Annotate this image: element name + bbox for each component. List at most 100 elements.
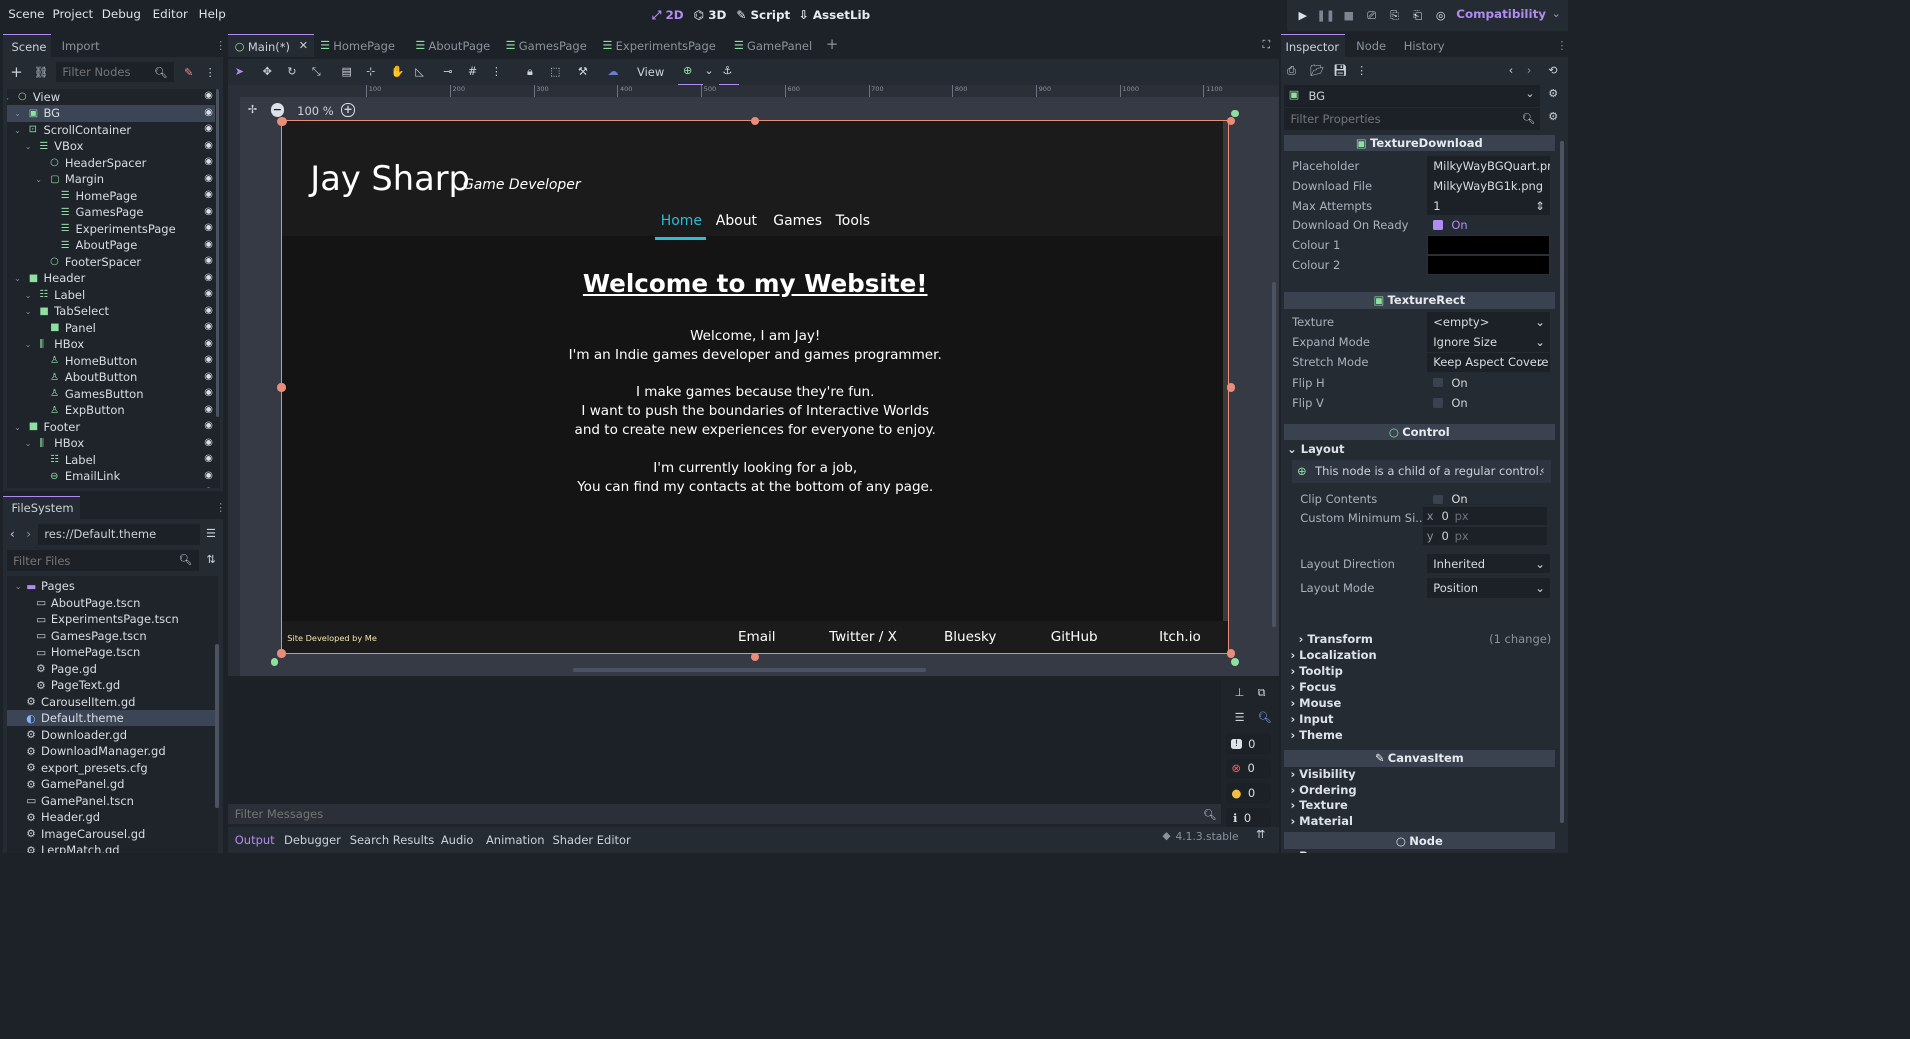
expand-arrow-icon[interactable]: ⌄	[25, 339, 32, 349]
tree-node[interactable]: ○ HeaderSpacer ◉	[7, 155, 219, 171]
history-icon[interactable]: ⟲	[1548, 64, 1557, 77]
property-options-icon[interactable]: ⚙	[1548, 110, 1558, 123]
tree-node[interactable]: ○ FooterSpacer ◉	[7, 254, 219, 270]
scene-options-icon[interactable]: ⋮	[204, 64, 217, 80]
footer-bluesky-link[interactable]: Bluesky	[944, 629, 996, 645]
checkbox-icon[interactable]	[1433, 494, 1444, 505]
visibility-eye-icon[interactable]: ◉	[202, 453, 215, 466]
pivot-tool-icon[interactable]: ⊹	[366, 65, 375, 78]
group-transform[interactable]: › Transform	[1299, 632, 1373, 646]
filter-properties-input[interactable]	[1283, 108, 1540, 130]
zoom-level[interactable]: 100 %	[297, 104, 333, 118]
tree-node[interactable]: ■ Panel ◉	[7, 320, 219, 336]
section-texture-rect[interactable]: ▣ TextureRect	[1283, 292, 1555, 309]
camera-override-icon[interactable]: ☁	[607, 65, 618, 78]
list-view-icon[interactable]: ☰	[204, 525, 219, 541]
file-item[interactable]: ⚙ PageText.gd	[7, 677, 219, 693]
search-icon[interactable]: 🔍︎	[1258, 711, 1272, 724]
save-icon[interactable]: 💾︎	[1333, 64, 1347, 77]
filter-warnings-button[interactable]: ● 0	[1226, 783, 1271, 803]
tree-node[interactable]: ⌄ ○ View ◉	[7, 89, 219, 105]
zoom-out-icon[interactable]: −	[270, 103, 284, 117]
file-item[interactable]: ▭ GamePanel.tscn	[7, 792, 219, 808]
file-item[interactable]: ▭ GamesPage.tscn	[7, 627, 219, 643]
menu-scene[interactable]: Scene	[8, 7, 44, 21]
clear-output-icon[interactable]: ⊥	[1235, 686, 1245, 699]
file-item[interactable]: ⚙ export_presets.cfg	[7, 759, 219, 775]
anchor-handle[interactable]	[1231, 109, 1239, 118]
scale-tool-icon[interactable]: ⤡	[312, 65, 321, 79]
viewport-v-scrollbar[interactable]	[1272, 282, 1277, 628]
file-item[interactable]: ◐ Default.theme	[6, 709, 219, 727]
group-layout[interactable]: ⌄ Layout	[1287, 442, 1344, 456]
smart-snap-icon[interactable]: ⊸	[443, 65, 452, 78]
menu-project[interactable]: Project	[53, 7, 94, 21]
visibility-eye-icon[interactable]: ◉	[202, 288, 215, 301]
min-size-y-field[interactable]: y 0 px	[1423, 526, 1547, 546]
checkbox-checked-icon[interactable]	[1433, 220, 1444, 231]
group-visibility[interactable]: › Visibility	[1290, 767, 1355, 781]
list-select-icon[interactable]: ▤	[341, 65, 351, 78]
tree-node[interactable]: ⌄ ▣ BG ◉	[6, 105, 219, 122]
min-size-x-field[interactable]: x 0 px	[1423, 507, 1547, 526]
expand-arrow-icon[interactable]: ⌄	[25, 438, 32, 448]
expand-arrow-icon[interactable]: ⌄	[14, 125, 21, 135]
file-item[interactable]: ⚙ DownloadManager.gd	[7, 743, 219, 759]
anchor-handle[interactable]	[270, 658, 279, 666]
file-item[interactable]: ▭ ExperimentsPage.tscn	[7, 611, 219, 627]
dock-menu-icon[interactable]: ⋮	[215, 501, 226, 514]
tree-node[interactable]: ⌄ ■ Header ◉	[7, 270, 219, 286]
file-item[interactable]: ⚙ ImageCarousel.gd	[7, 825, 219, 841]
visibility-eye-icon[interactable]: ◉	[202, 272, 215, 285]
visibility-eye-icon[interactable]: ◉	[202, 239, 215, 252]
anchor-preset-button[interactable]: ⊕	[678, 59, 703, 86]
visibility-eye-icon[interactable]: ◉	[202, 470, 215, 483]
menu-help[interactable]: Help	[199, 7, 226, 21]
tab-node[interactable]: Node	[1356, 39, 1386, 53]
play-icon[interactable]: ▶	[1295, 8, 1310, 23]
move-tool-icon[interactable]: ✥	[263, 65, 272, 78]
property-value[interactable]	[1426, 254, 1550, 275]
footer-itchio-link[interactable]: Itch.io	[1159, 629, 1201, 645]
movie-maker-icon[interactable]: ◎	[1433, 8, 1448, 23]
property-value[interactable]: <empty> ⌄	[1426, 312, 1550, 333]
resize-handle[interactable]	[751, 116, 760, 125]
open-folder-icon[interactable]: 📂︎	[1310, 64, 1324, 77]
tab-output[interactable]: Output	[235, 833, 275, 847]
file-item[interactable]: ⚙ LerpMatch.gd	[7, 842, 219, 853]
copy-icon[interactable]: ⧉	[1258, 686, 1266, 700]
visibility-eye-icon[interactable]: ◉	[202, 420, 215, 433]
group-tooltip[interactable]: › Tooltip	[1290, 664, 1342, 678]
bg-texture-rect[interactable]: Jay Sharp Game Developer Home About Game…	[281, 120, 1230, 655]
mode-assetlib-button[interactable]: ⇩ AssetLib	[799, 8, 870, 22]
tree-node[interactable]: ⌄ ■ Footer ◉	[7, 419, 219, 435]
property-value[interactable]: Ignore Size ⌄	[1426, 332, 1550, 353]
section-canvas-item[interactable]: ✎ CanvasItem	[1283, 750, 1555, 767]
footer-github-link[interactable]: GitHub	[1051, 629, 1098, 645]
path-field[interactable]: res://Default.theme	[37, 523, 201, 546]
inspector-scrollbar[interactable]	[1559, 141, 1564, 823]
tree-node[interactable]: ☰ GamesPage ◉	[7, 204, 219, 220]
tab-debugger[interactable]: Debugger	[284, 833, 341, 847]
visibility-eye-icon[interactable]: ◉	[202, 354, 215, 367]
section-texture-download[interactable]: ▣ TextureDownload	[1283, 134, 1555, 152]
visibility-eye-icon[interactable]: ◉	[202, 486, 215, 487]
expand-arrow-icon[interactable]: ⌄	[35, 174, 42, 184]
footer-email-link[interactable]: Email	[738, 629, 776, 645]
site-scrollbar[interactable]	[1223, 121, 1229, 621]
nav-about[interactable]: About	[716, 213, 757, 229]
rotate-tool-icon[interactable]: ↻	[287, 65, 296, 78]
tab-inspector[interactable]: Inspector	[1280, 34, 1345, 58]
viewport-h-scrollbar[interactable]	[572, 668, 926, 673]
history-forward-icon[interactable]: ›	[1527, 64, 1531, 77]
filter-messages-input[interactable]	[228, 804, 1222, 825]
file-item[interactable]: ⚙ Page.gd	[7, 660, 219, 676]
expand-arrow-icon[interactable]: ⌄	[15, 581, 22, 591]
tree-node[interactable]: ☷ Label ◉	[7, 452, 219, 468]
history-back-icon[interactable]: ‹	[1509, 64, 1513, 77]
stop-icon[interactable]: ■	[1341, 8, 1356, 23]
file-item[interactable]: ⚙ Header.gd	[7, 809, 219, 825]
group-mouse[interactable]: › Mouse	[1290, 696, 1341, 710]
visibility-eye-icon[interactable]: ◉	[202, 90, 215, 103]
visibility-eye-icon[interactable]: ◉	[202, 189, 215, 202]
